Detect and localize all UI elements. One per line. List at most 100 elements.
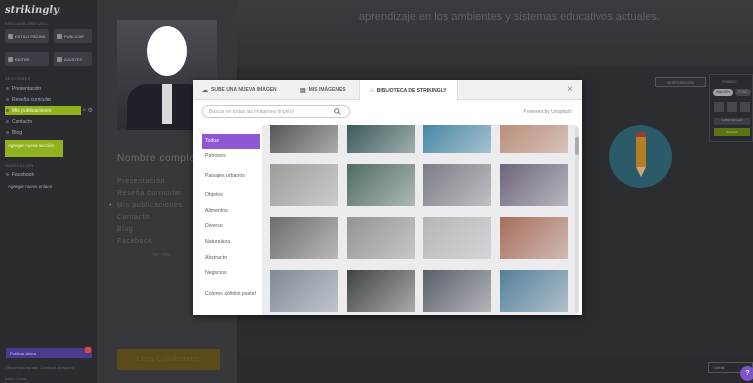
category-item[interactable]: Diverso xyxy=(202,219,260,234)
image-thumbnail[interactable] xyxy=(270,270,338,312)
search-input[interactable]: Buscar en todas las imágenes (inglés) xyxy=(202,105,350,118)
image-thumbnail[interactable] xyxy=(346,164,415,206)
image-thumbnail[interactable] xyxy=(499,217,568,259)
notification-badge xyxy=(85,347,91,353)
search-icon[interactable] xyxy=(334,108,341,115)
settings-button[interactable]: AJUSTES xyxy=(54,52,92,66)
image-thumbnail[interactable] xyxy=(346,217,415,259)
publish-share-label: PUBLICAR xyxy=(64,33,85,39)
share-icon xyxy=(57,33,62,39)
sidebar-item-contacto[interactable]: Contacto xyxy=(5,117,91,126)
plan-badge: PLUS xyxy=(50,9,61,14)
edit-button-label: EDITAR xyxy=(15,56,30,62)
image-thumbnail[interactable] xyxy=(423,270,491,312)
sidebar-item-presentacion[interactable]: Presentación xyxy=(5,84,91,93)
page-title[interactable]: Nombre completo xyxy=(117,153,205,164)
category-item[interactable]: Paisajes urbanos xyxy=(202,165,260,187)
drag-handle-icon xyxy=(6,109,9,112)
help-button[interactable]: ? xyxy=(740,366,753,381)
help-link[interactable]: ¿Necesitas ayuda? Contacta al equipo xyxy=(5,365,74,370)
sidebar-item-facebook[interactable]: Facebook xyxy=(5,170,91,179)
bg-tab-image[interactable]: IMAGEN xyxy=(713,89,733,96)
category-item[interactable]: Abstracto xyxy=(202,251,260,266)
footer-links[interactable]: Inicio Cerrar xyxy=(5,376,27,381)
bg-swatch[interactable] xyxy=(714,102,724,112)
sidebar-item-blog[interactable]: Blog xyxy=(5,128,91,137)
sidebar-item-publicaciones[interactable]: Mis publicaciones × ⚙ xyxy=(5,106,93,115)
sections-title: SECCIONES xyxy=(5,76,31,81)
choose-background-button[interactable]: ELEGIR xyxy=(714,128,750,136)
sidebar-item-resena[interactable]: Reseña curricular xyxy=(5,95,91,104)
modal-tabs: ☁ SUBE UNA NUEVA IMAGEN ▤ MIS IMÁGENES ⌂… xyxy=(193,80,582,101)
nav-link-publicaciones[interactable]: Mis publicaciones xyxy=(109,202,182,209)
style-button[interactable]: ESTILO PÁGINA xyxy=(5,29,49,43)
image-thumbnail[interactable] xyxy=(499,270,568,312)
hero-text: aprendizaje en los ambientes y sistemas … xyxy=(359,11,660,23)
bg-swatch[interactable] xyxy=(727,102,737,112)
category-item[interactable]: Colores sólidos pastel xyxy=(202,282,260,308)
cloud-upload-icon: ☁ xyxy=(202,87,208,94)
tab-upload-image[interactable]: ☁ SUBE UNA NUEVA IMAGEN xyxy=(198,80,281,100)
library-icon: ⌂ xyxy=(370,87,374,94)
drag-handle-icon xyxy=(6,87,9,90)
bg-tab-fill[interactable]: FOND xyxy=(735,89,751,96)
shirt-shape xyxy=(162,84,172,124)
image-thumbnail[interactable] xyxy=(423,217,491,259)
nav-link-blog[interactable]: Blog xyxy=(117,226,133,233)
bg-swatch[interactable] xyxy=(740,102,750,112)
image-thumbnail[interactable] xyxy=(423,125,491,153)
tab-label: SUBE UNA NUEVA IMAGEN xyxy=(211,87,277,93)
read-more-link[interactable]: Ver más xyxy=(152,252,170,258)
image-thumbnail[interactable] xyxy=(270,164,338,206)
pencil-icon xyxy=(8,56,13,62)
sidebar-item-label: Reseña curricular xyxy=(12,96,52,103)
add-link-button[interactable]: Agregar nuevo enlace xyxy=(5,181,63,198)
scrollbar-thumb[interactable] xyxy=(575,137,579,155)
tab-strikingly-library[interactable]: ⌂ BIBLIOTECA DE STRIKINGLY xyxy=(359,80,458,101)
nav-link-resena[interactable]: Reseña curricular xyxy=(117,190,182,197)
publish-now-button[interactable]: Publicar ahora xyxy=(6,347,92,358)
images-icon: ▤ xyxy=(300,87,306,94)
image-thumbnail[interactable] xyxy=(499,125,568,153)
image-thumbnail[interactable] xyxy=(346,125,415,153)
category-item[interactable]: Negocios xyxy=(202,267,260,282)
image-picker-modal: ☁ SUBE UNA NUEVA IMAGEN ▤ MIS IMÁGENES ⌂… xyxy=(193,80,582,315)
nav-link-facebook[interactable]: Facebook xyxy=(117,238,153,245)
image-thumbnail[interactable] xyxy=(270,217,338,259)
category-item[interactable]: Naturaleza xyxy=(202,235,260,250)
drag-handle-icon xyxy=(6,98,9,101)
nav-link-presentacion[interactable]: Presentación xyxy=(117,178,165,185)
close-icon[interactable]: × xyxy=(567,84,573,95)
delete-section-icon[interactable]: × ⚙ xyxy=(82,107,93,114)
layout-button-label: DISPOSICIÓN xyxy=(667,79,694,85)
image-thumbnail[interactable] xyxy=(499,164,568,206)
nav-link-contacto[interactable]: Contacto xyxy=(117,214,150,221)
sidebar-item-label: Mis publicaciones xyxy=(12,107,52,114)
image-thumbnail[interactable] xyxy=(270,125,338,153)
add-section-button[interactable]: Agregar nueva sección xyxy=(5,140,63,157)
scrollbar[interactable] xyxy=(575,127,579,313)
tab-label: BIBLIOTECA DE STRIKINGLY xyxy=(376,87,447,94)
category-item[interactable]: Patrones xyxy=(202,150,260,165)
sidebar-item-label: Presentación xyxy=(12,85,42,92)
category-item[interactable]: Todos xyxy=(202,134,260,149)
image-thumbnail[interactable] xyxy=(423,164,491,206)
sidebar-item-label: Contacto xyxy=(12,118,33,125)
cta-button[interactable]: Let's Collaborate! xyxy=(117,349,220,370)
tab-my-images[interactable]: ▤ MIS IMÁGENES xyxy=(296,80,350,100)
navigation-title: NAVEGACIÓN xyxy=(5,163,34,168)
category-item[interactable]: Alimentos xyxy=(202,204,260,219)
editor-sidebar: strikingly PLUS SITIO WEB GRATUITO ESTIL… xyxy=(0,0,97,383)
publish-now-label: Publicar ahora xyxy=(10,350,36,356)
image-thumbnail[interactable] xyxy=(346,270,415,312)
layout-button[interactable]: DISPOSICIÓN xyxy=(655,77,706,87)
edit-button[interactable]: EDITAR xyxy=(5,52,49,66)
upload-background-button[interactable]: SUBIR IMAGEN xyxy=(714,118,750,125)
style-button-label: ESTILO PÁGINA xyxy=(15,33,46,39)
drag-handle-icon xyxy=(6,131,9,134)
image-grid xyxy=(262,125,577,315)
pencil-body-shape xyxy=(636,137,646,167)
publish-share-button[interactable]: PUBLICAR xyxy=(54,29,92,43)
category-item[interactable]: Objetos xyxy=(202,188,260,203)
sidebar-item-label: Facebook xyxy=(12,171,34,178)
